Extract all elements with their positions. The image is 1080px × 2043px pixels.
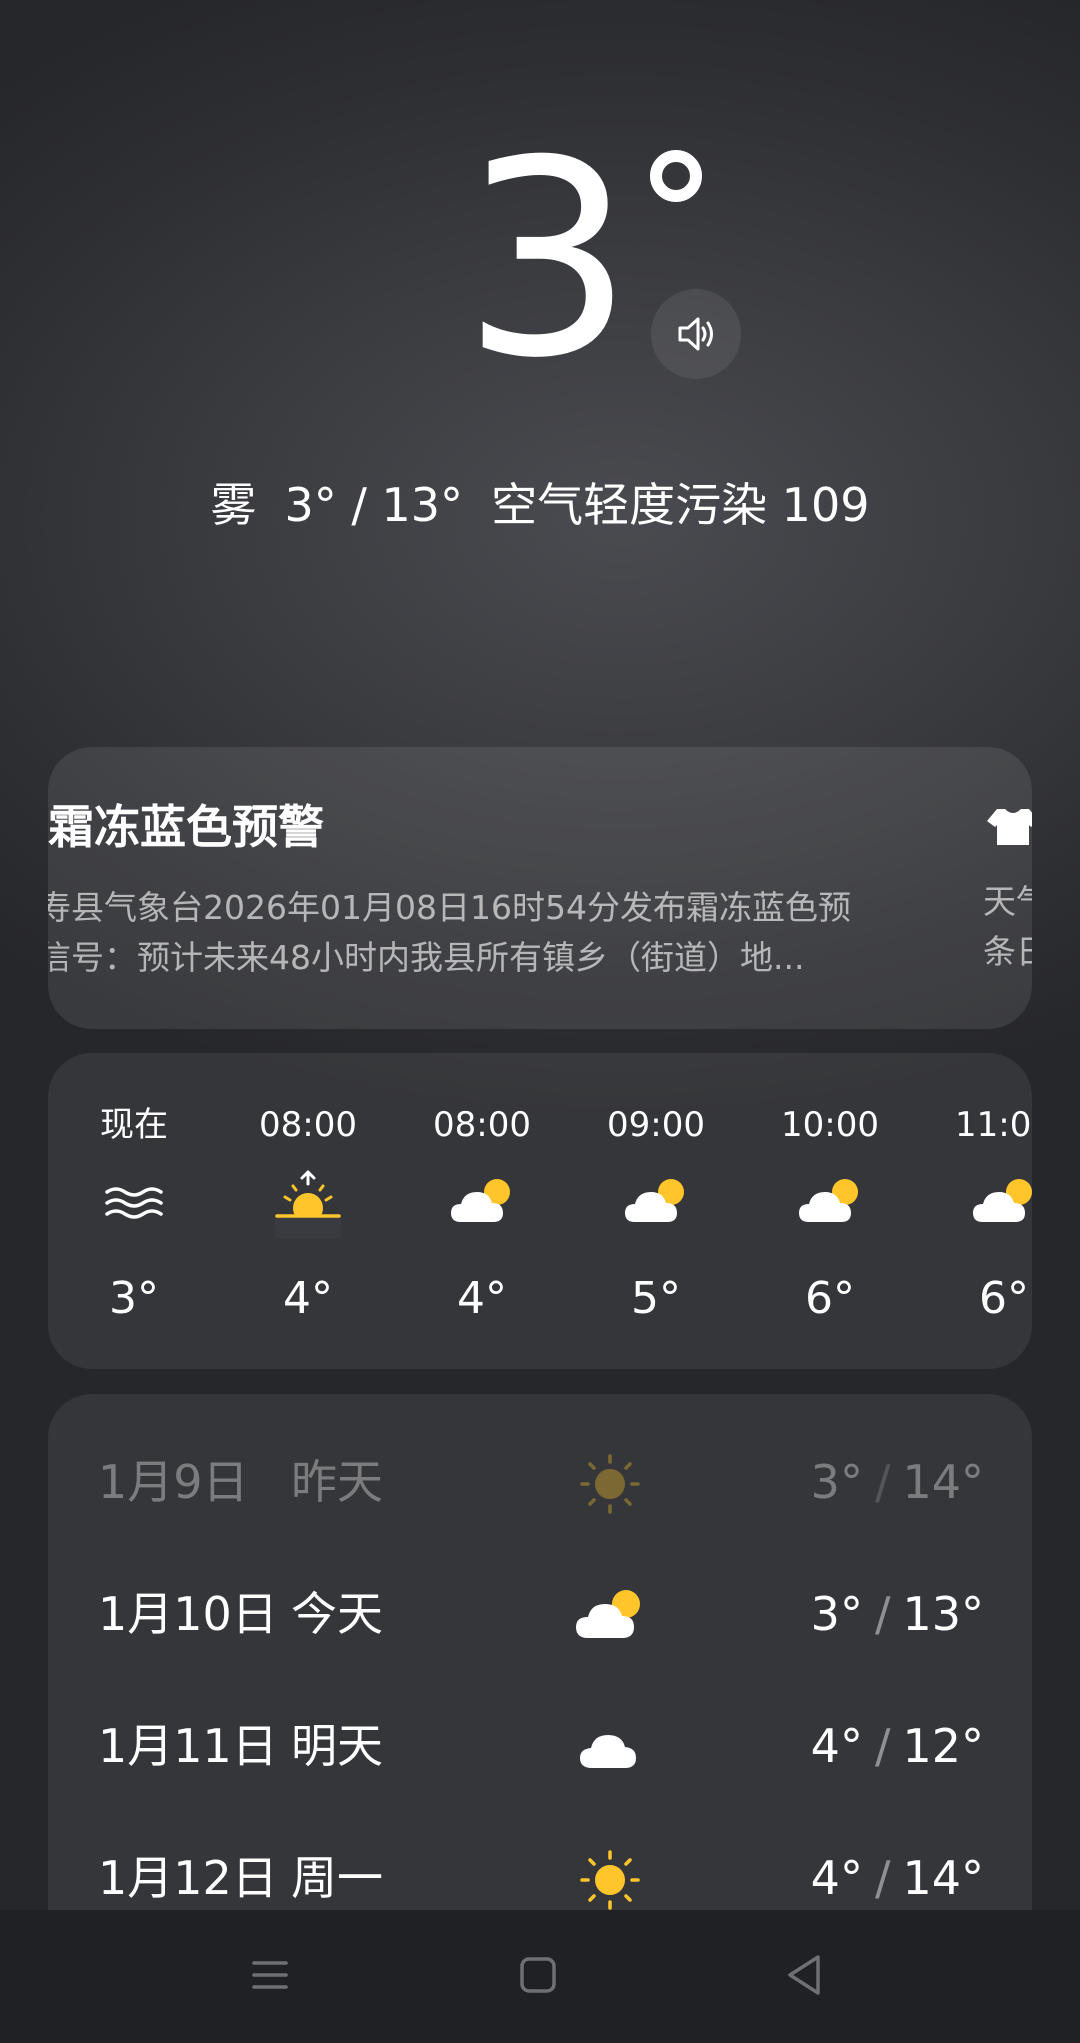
daily-forecast[interactable]: 1月9日 昨天 3°/14° 1月10日 今天 3°/13° 1月11日 明天 … [48,1394,1032,1914]
partly-cloudy-icon [451,1179,510,1222]
day-date: 1月9日 [98,1455,249,1509]
alert-title: 霜冻蓝色预警 [48,800,324,854]
day-temp-range: 3°/14° [810,1455,984,1509]
menu-icon [252,1961,288,1989]
hour-time: 11:00 [955,1105,1032,1145]
day-date: 1月12日 [98,1851,278,1905]
menu-button[interactable] [230,1940,310,2010]
hour-temp: 6° [805,1273,855,1324]
alert-line-1: 寿县气象台2026年01月08日16时54分发布霜冻蓝色预 [48,888,851,927]
partly-cloudy-icon [625,1179,684,1222]
back-triangle-icon [788,1955,820,1995]
next-card-text: 天气 条日 [983,882,1032,971]
partly-cloudy-icon [973,1179,1032,1222]
sun-icon [580,1454,640,1514]
sunrise-icon [275,1170,341,1238]
day-row[interactable]: 1月11日 明天 4°/12° [48,1700,1032,1790]
day-date: 1月11日 [98,1719,278,1773]
hour-time: 08:00 [259,1105,357,1145]
partly-cloudy-icon [799,1179,858,1222]
next-card-icon [983,803,1032,855]
hourly-forecast[interactable]: 现在 3° 08:00 4° 08:00 4° 09:00 5° 10:00 6… [48,1053,1032,1369]
day-temp-range: 3°/13° [810,1587,984,1641]
condition-text: 雾 [210,478,257,532]
system-navigation-bar [0,1910,1080,2043]
air-quality-text[interactable]: 空气轻度污染 109 [491,478,869,532]
hour-temp: 6° [979,1273,1029,1324]
hour-temp: 4° [457,1273,507,1324]
day-label: 昨天 [291,1455,383,1509]
cloud-icon [580,1735,636,1768]
hour-time: 09:00 [607,1105,705,1145]
alert-line-2: 信号：预计未来48小时内我县所有镇乡（街道）地... [48,938,805,977]
temp-range-text: 3° / 13° [284,478,464,532]
current-temperature: 3 [462,102,634,417]
day-temp-range: 4°/14° [810,1851,984,1905]
voice-broadcast-button[interactable] [651,289,741,379]
weather-alert-card[interactable]: 霜冻蓝色预警 寿县气象台2026年01月08日16时54分发布霜冻蓝色预 信号：… [48,747,1032,1029]
hour-time: 08:00 [433,1105,531,1145]
day-label: 周一 [291,1851,383,1905]
alert-description: 寿县气象台2026年01月08日16时54分发布霜冻蓝色预 信号：预计未来48小… [48,883,908,983]
fog-icon [105,1187,163,1219]
hour-temp: 3° [109,1273,159,1324]
speaker-icon [678,317,713,351]
degree-symbol [650,150,702,202]
hour-time: 10:00 [781,1105,879,1145]
sun-icon [580,1850,640,1910]
day-temp-range: 4°/12° [810,1719,984,1773]
hour-time: 现在 [100,1105,168,1145]
day-row[interactable]: 1月12日 周一 4°/14° [48,1832,1032,1914]
hour-temp: 4° [283,1273,333,1324]
square-icon [520,1957,556,1993]
day-date: 1月10日 [98,1587,278,1641]
hour-temp: 5° [631,1273,681,1324]
day-label: 今天 [291,1587,383,1641]
home-button[interactable] [498,1940,578,2010]
day-row[interactable]: 1月9日 昨天 3°/14° [48,1436,1032,1526]
back-button[interactable] [764,1940,844,2010]
partly-cloudy-icon [576,1590,640,1638]
weather-summary[interactable]: 雾 3° / 13° 空气轻度污染 109 [0,475,1080,535]
day-row[interactable]: 1月10日 今天 3°/13° [48,1568,1032,1658]
day-label: 明天 [291,1719,383,1773]
